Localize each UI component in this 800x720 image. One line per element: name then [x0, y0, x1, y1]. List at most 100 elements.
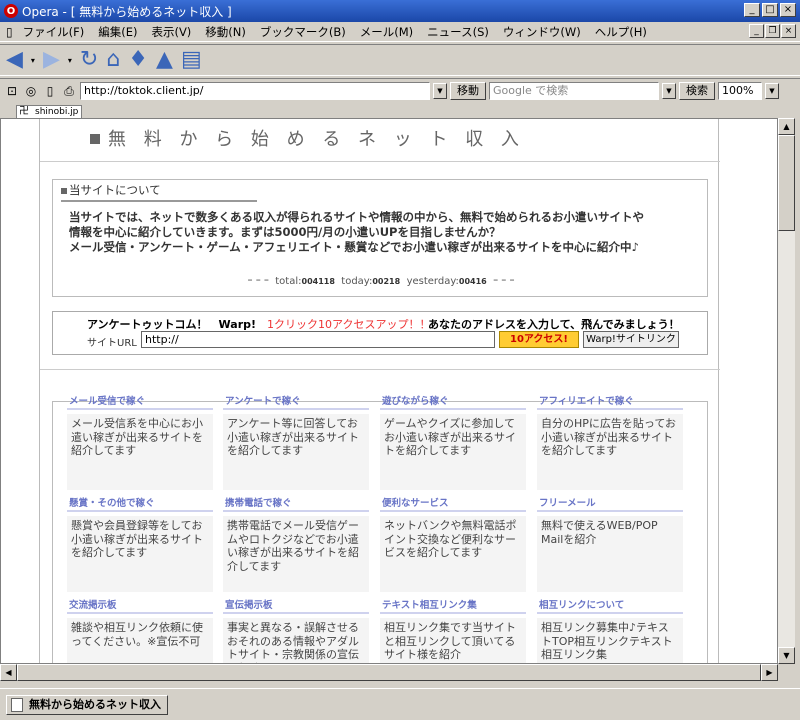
scroll-up-button[interactable]: ▲: [778, 118, 795, 135]
menu-edit[interactable]: 編集(E): [91, 24, 144, 40]
category-card: フリーメール 無料で使えるWEB/POP Mailを紹介: [537, 498, 683, 592]
forward-icon[interactable]: ▶: [43, 49, 60, 71]
cookie-icon[interactable]: ◎: [23, 83, 39, 99]
window-titlebar: O Opera - [ 無料から始めるネット収入 ] _ □ ×: [0, 0, 800, 22]
category-link[interactable]: 携帯電話で稼ぐ: [223, 498, 369, 512]
page-icon[interactable]: ▯: [42, 83, 58, 99]
category-description: ゲームやクイズに参加してお小遣い稼ぎが出来るサイトを紹介してます: [380, 414, 526, 490]
yesterday-count: 00416: [458, 277, 487, 286]
zoom-input[interactable]: 100%: [718, 81, 762, 100]
hotlist-icon[interactable]: ♦: [128, 49, 148, 71]
category-description: 相互リンク集です当サイトと相互リンクして頂いてるサイト様を紹介: [380, 618, 526, 663]
menu-bookmarks[interactable]: ブックマーク(B): [253, 24, 353, 40]
maximize-button[interactable]: □: [762, 3, 778, 17]
category-grid: メール受信で稼ぐ メール受信系を中心にお小遣い稼ぎが出来るサイトを紹介してます …: [52, 396, 708, 663]
warp-sitelink-button[interactable]: Warp!サイトリンク: [583, 331, 679, 348]
category-link[interactable]: 相互リンクについて: [537, 600, 683, 614]
url-input[interactable]: http://toktok.client.jp/: [80, 81, 430, 100]
search-button[interactable]: 検索: [679, 81, 715, 100]
go-button[interactable]: 移動: [450, 81, 486, 100]
scroll-right-button[interactable]: ▶: [761, 664, 778, 681]
forward-dropdown-icon[interactable]: ▾: [68, 56, 72, 65]
window-bar: 無料から始めるネット収入: [0, 688, 800, 720]
menu-mail[interactable]: メール(M): [353, 24, 420, 40]
address-bar: ⊡ ◎ ▯ ⎙ http://toktok.client.jp/ ▼ 移動 Go…: [0, 78, 800, 102]
category-description: 携帯電話でメール受信ゲームやロトクジなどでお小遣い稼ぎが出来るサイトを紹介してま…: [223, 516, 369, 592]
back-icon[interactable]: ◀: [6, 49, 23, 71]
menu-help[interactable]: ヘルプ(H): [588, 24, 654, 40]
window-tab[interactable]: 無料から始めるネット収入: [6, 695, 168, 715]
page-tab-icon: [11, 698, 23, 712]
category-link[interactable]: 便利なサービス: [380, 498, 526, 512]
menu-navigation[interactable]: 移動(N): [198, 24, 253, 40]
vertical-scroll-thumb[interactable]: [778, 135, 795, 231]
category-link[interactable]: 宣伝掲示板: [223, 600, 369, 614]
about-line: 当サイトでは、ネットで数多くある収入が得られるサイトや情報の中から、無料で始めら…: [69, 210, 644, 224]
category-description: 相互リンク募集中♪テキストTOP相互リンクテキスト相互リンク集: [537, 618, 683, 663]
page-title: 無 料 か ら 始 め る ネ ッ ト 収 入: [90, 125, 525, 151]
warp-widget: アンケートゥットコム！ Warp! 1クリック10アクセスアップ！！ あなたのア…: [52, 311, 708, 355]
minimize-button[interactable]: _: [744, 3, 760, 17]
category-description: メール受信系を中心にお小遣い稼ぎが出来るサイトを紹介してます: [67, 414, 213, 490]
mdi-controls: _ ❐ ×: [749, 24, 796, 38]
close-button[interactable]: ×: [780, 3, 796, 17]
mdi-close-button[interactable]: ×: [781, 24, 796, 38]
scroll-down-button[interactable]: ▼: [778, 647, 795, 664]
url-dropdown-button[interactable]: ▼: [433, 82, 447, 99]
site-url-input[interactable]: http://: [141, 331, 495, 348]
category-link[interactable]: 交流掲示板: [67, 600, 213, 614]
category-link[interactable]: テキスト相互リンク集: [380, 600, 526, 614]
warp-title: アンケートゥットコム！ Warp!: [87, 318, 257, 331]
today-count: 00218: [372, 277, 401, 286]
about-section: 当サイトについて 当サイトでは、ネットで数多くある収入が得られるサイトや情報の中…: [52, 179, 708, 297]
divider: [40, 369, 720, 370]
search-dropdown-button[interactable]: ▼: [662, 82, 676, 99]
web-viewport: 無 料 か ら 始 め る ネ ッ ト 収 入 当サイトについて 当サイトでは、…: [0, 118, 778, 664]
category-link[interactable]: 遊びながら稼ぐ: [380, 396, 526, 410]
vertical-scrollbar[interactable]: ▲ ▼: [778, 118, 795, 664]
warp-message: あなたのアドレスを入力して、飛んでみましょう！: [428, 318, 680, 331]
category-card: 遊びながら稼ぐ ゲームやクイズに参加してお小遣い稼ぎが出来るサイトを紹介してます: [380, 396, 526, 490]
notes-icon[interactable]: ▤: [181, 49, 202, 71]
print-small-icon[interactable]: ⎙: [61, 83, 77, 99]
search-input[interactable]: Google で検索: [489, 81, 659, 100]
scroll-left-button[interactable]: ◀: [0, 664, 17, 681]
category-card: 宣伝掲示板 事実と異なる・誤解させるおそれのある情報やアダルトサイト・宗教関係の…: [223, 600, 369, 663]
security-icon[interactable]: ⊡: [4, 83, 20, 99]
category-description: ネットバンクや無料電話ポイント交換など便利なサービスを紹介してます: [380, 516, 526, 592]
horizontal-scroll-thumb[interactable]: [17, 664, 761, 681]
category-link[interactable]: フリーメール: [537, 498, 683, 512]
about-heading: 当サイトについて: [61, 182, 257, 202]
mdi-minimize-button[interactable]: _: [749, 24, 764, 38]
opera-logo-icon: O: [4, 4, 18, 18]
category-description: 事実と異なる・誤解させるおそれのある情報やアダルトサイト・宗教関係の宣伝は削除し…: [223, 618, 369, 663]
menu-bar: ▯ ファイル(F) 編集(E) 表示(V) 移動(N) ブックマーク(B) メー…: [0, 22, 800, 42]
access-up-button[interactable]: 10アクセス!: [499, 331, 579, 348]
category-link[interactable]: メール受信で稼ぐ: [67, 396, 213, 410]
menu-file[interactable]: ファイル(F): [16, 24, 92, 40]
menu-window[interactable]: ウィンドウ(W): [496, 24, 588, 40]
total-count: 004118: [301, 277, 335, 286]
category-description: 自分のHPに広告を貼ってお小遣い稼ぎが出来るサイトを紹介してます: [537, 414, 683, 490]
horizontal-scrollbar[interactable]: ◀ ▶: [0, 664, 778, 681]
scrollbar-corner: [778, 664, 795, 681]
category-link[interactable]: アンケートで稼ぐ: [223, 396, 369, 410]
category-link[interactable]: 懸賞・その他で稼ぐ: [67, 498, 213, 512]
print-icon[interactable]: ▲: [156, 49, 173, 71]
back-dropdown-icon[interactable]: ▾: [31, 56, 35, 65]
about-text: 当サイトでは、ネットで数多くある収入が得られるサイトや情報の中から、無料で始めら…: [69, 210, 699, 255]
reload-icon[interactable]: ↻: [80, 49, 98, 71]
category-description: 懸賞や会員登録等をしてお小遣い稼ぎが出来るサイトを紹介してます: [67, 516, 213, 592]
heading-square-icon: [61, 188, 67, 194]
menu-news[interactable]: ニュース(S): [420, 24, 496, 40]
navigation-toolbar: ◀ ▾ ▶ ▾ ↻ ⌂ ♦ ▲ ▤: [0, 44, 800, 76]
tab-shinobi[interactable]: 卍 shinobi.jp: [16, 105, 83, 118]
category-description: 雑談や相互リンク依頼に使ってください。※宣伝不可: [67, 618, 213, 663]
zoom-dropdown-button[interactable]: ▼: [765, 82, 779, 99]
mdi-restore-button[interactable]: ❐: [765, 24, 780, 38]
menu-view[interactable]: 表示(V): [144, 24, 198, 40]
category-link[interactable]: アフィリエイトで稼ぐ: [537, 396, 683, 410]
home-icon[interactable]: ⌂: [106, 49, 120, 71]
site-url-label: サイトURL: [87, 338, 137, 349]
category-card: 交流掲示板 雑談や相互リンク依頼に使ってください。※宣伝不可: [67, 600, 213, 663]
